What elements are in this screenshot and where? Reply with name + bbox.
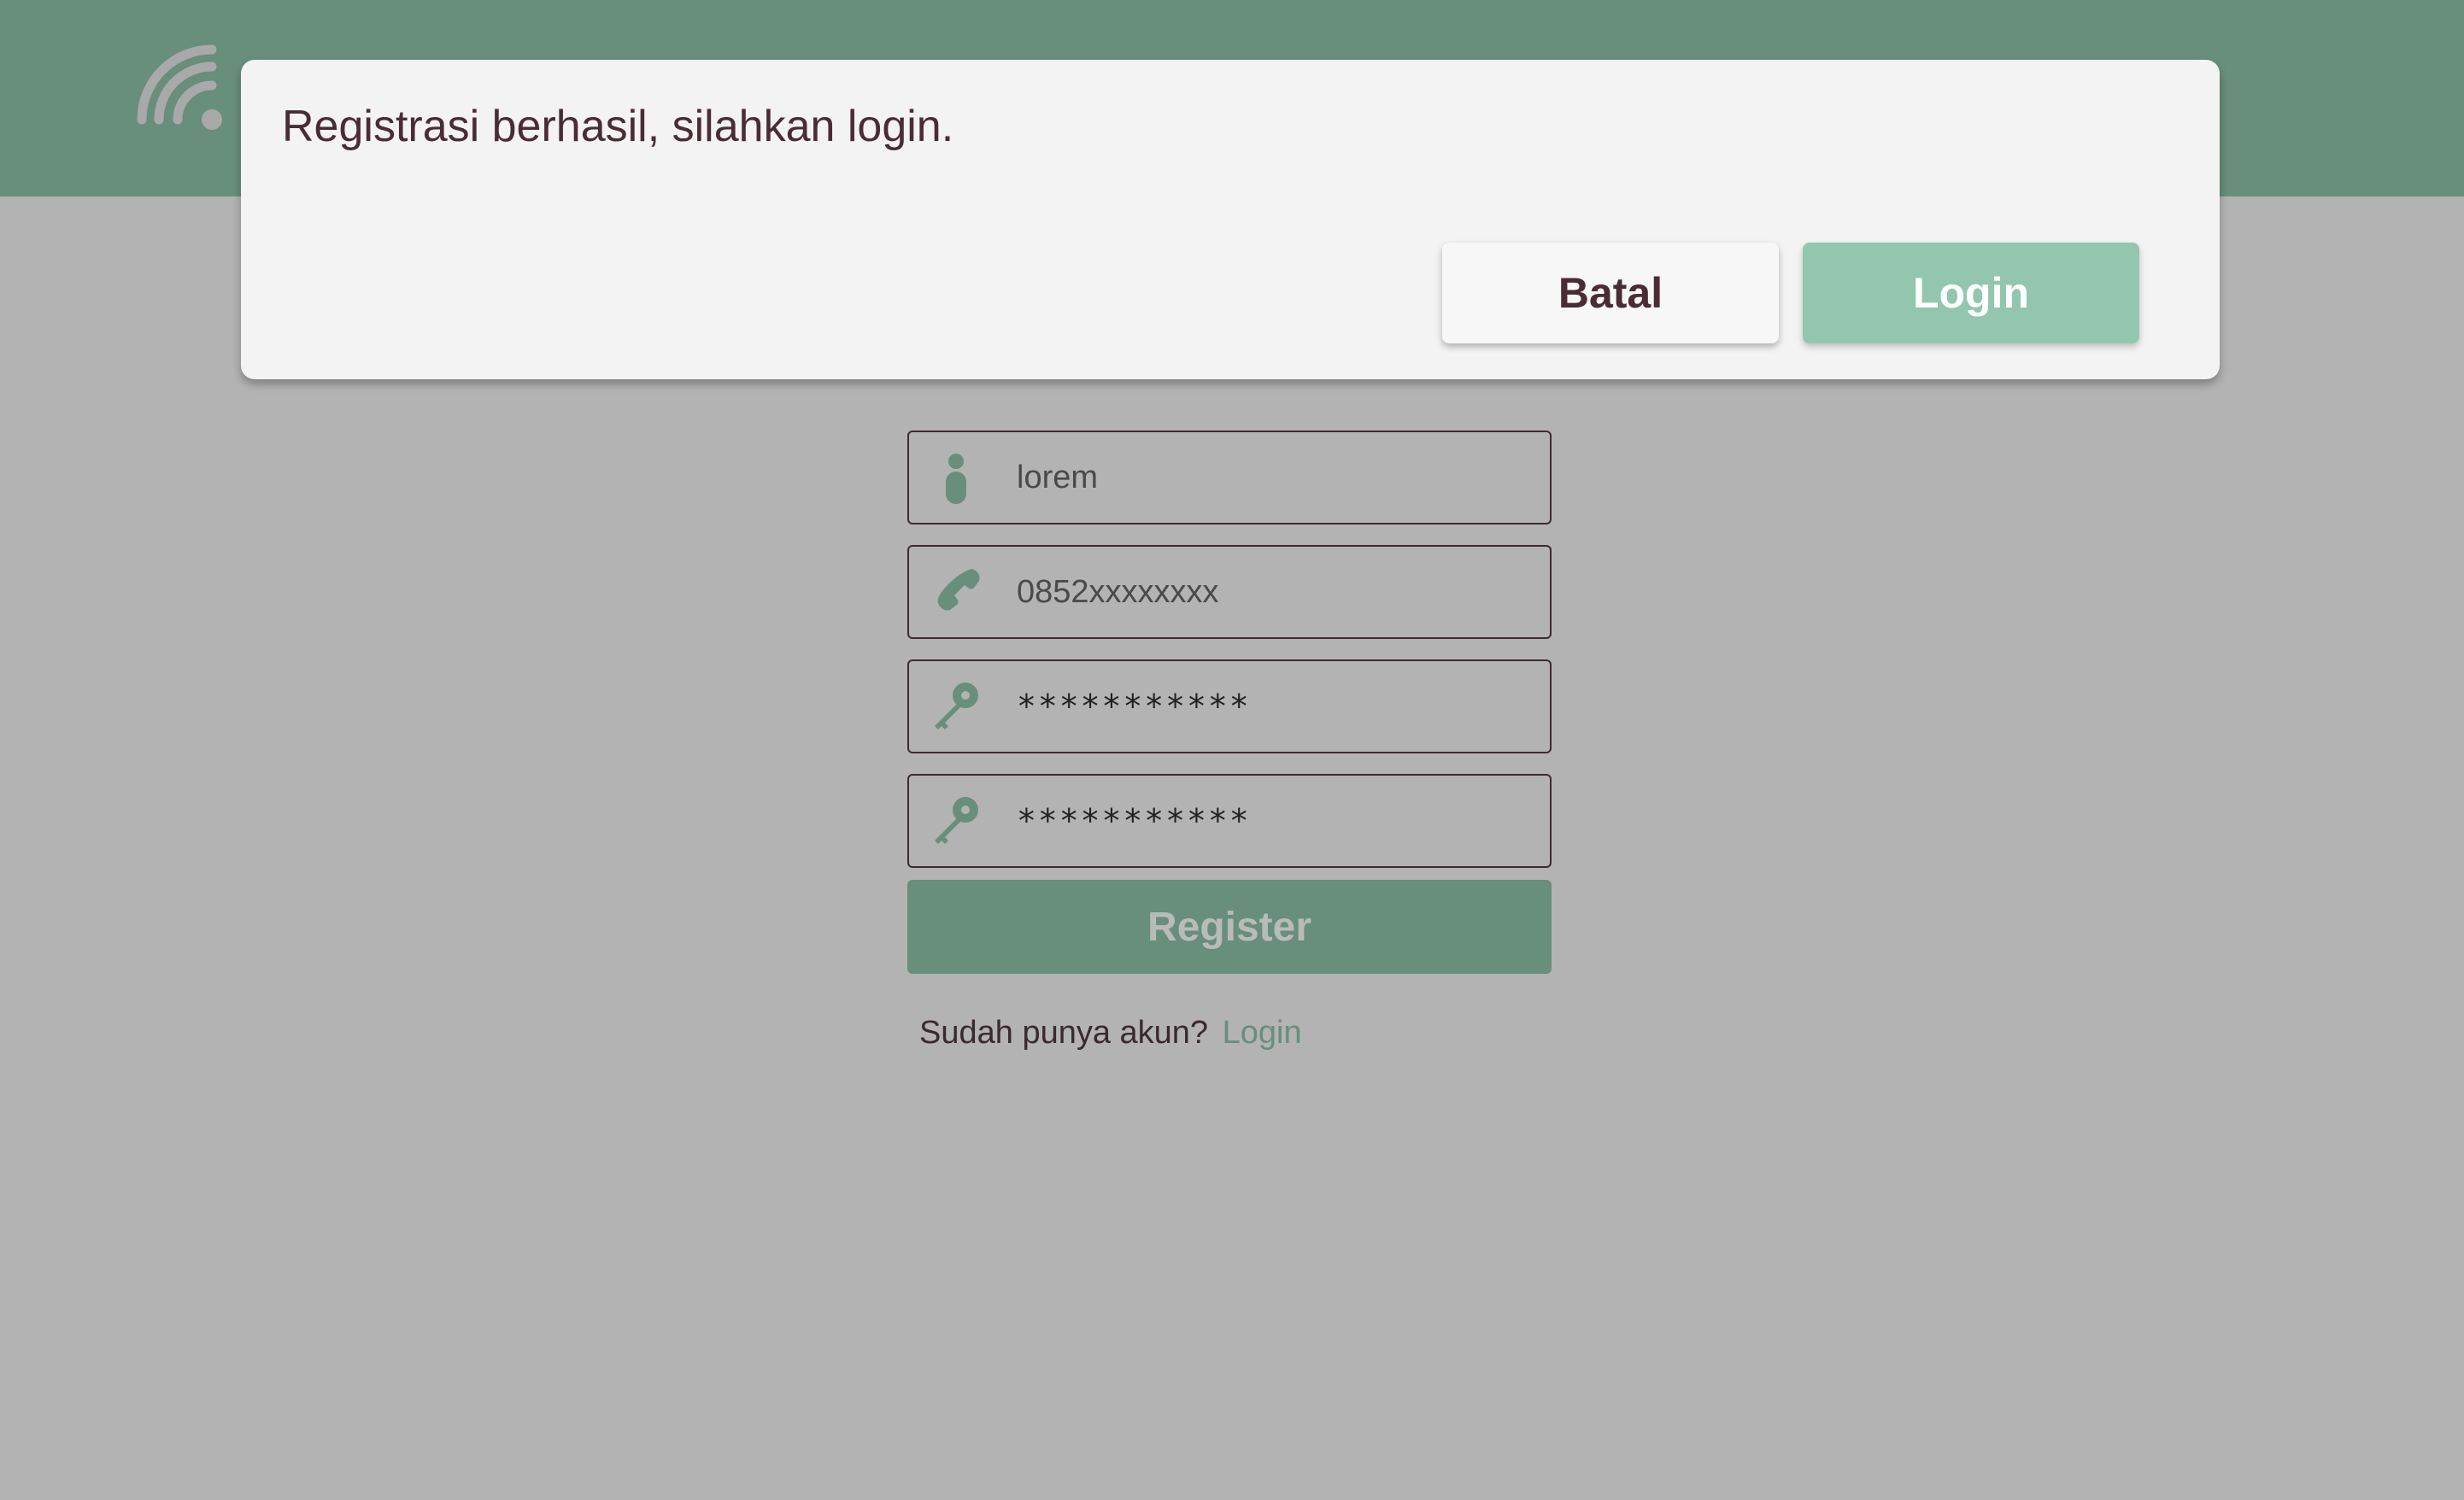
register-form: Register Sudah punya akun? Login — [907, 431, 1552, 1052]
phone-icon — [937, 569, 980, 611]
phone-field[interactable] — [907, 545, 1552, 639]
confirm-password-field[interactable] — [907, 774, 1552, 868]
name-field[interactable] — [907, 431, 1552, 524]
wifi-signal-icon — [137, 44, 222, 130]
success-dialog: Registrasi berhasil, silahkan login. Bat… — [241, 60, 2220, 379]
key-icon — [935, 797, 978, 844]
person-icon — [946, 454, 966, 504]
cancel-button[interactable]: Batal — [1442, 243, 1779, 343]
key-icon — [935, 683, 978, 729]
has-account-text: Sudah punya akun? — [919, 1015, 1209, 1051]
login-button[interactable]: Login — [1803, 243, 2139, 343]
login-prompt: Sudah punya akun? Login — [907, 1015, 1552, 1052]
password-input[interactable] — [1017, 661, 1529, 752]
register-button[interactable]: Register — [907, 880, 1552, 974]
name-input[interactable] — [1017, 432, 1529, 523]
phone-input[interactable] — [1017, 547, 1529, 637]
dialog-message: Registrasi berhasil, silahkan login. — [282, 102, 954, 151]
password-field[interactable] — [907, 659, 1552, 753]
confirm-password-input[interactable] — [1017, 776, 1529, 866]
login-link[interactable]: Login — [1223, 1015, 1302, 1051]
